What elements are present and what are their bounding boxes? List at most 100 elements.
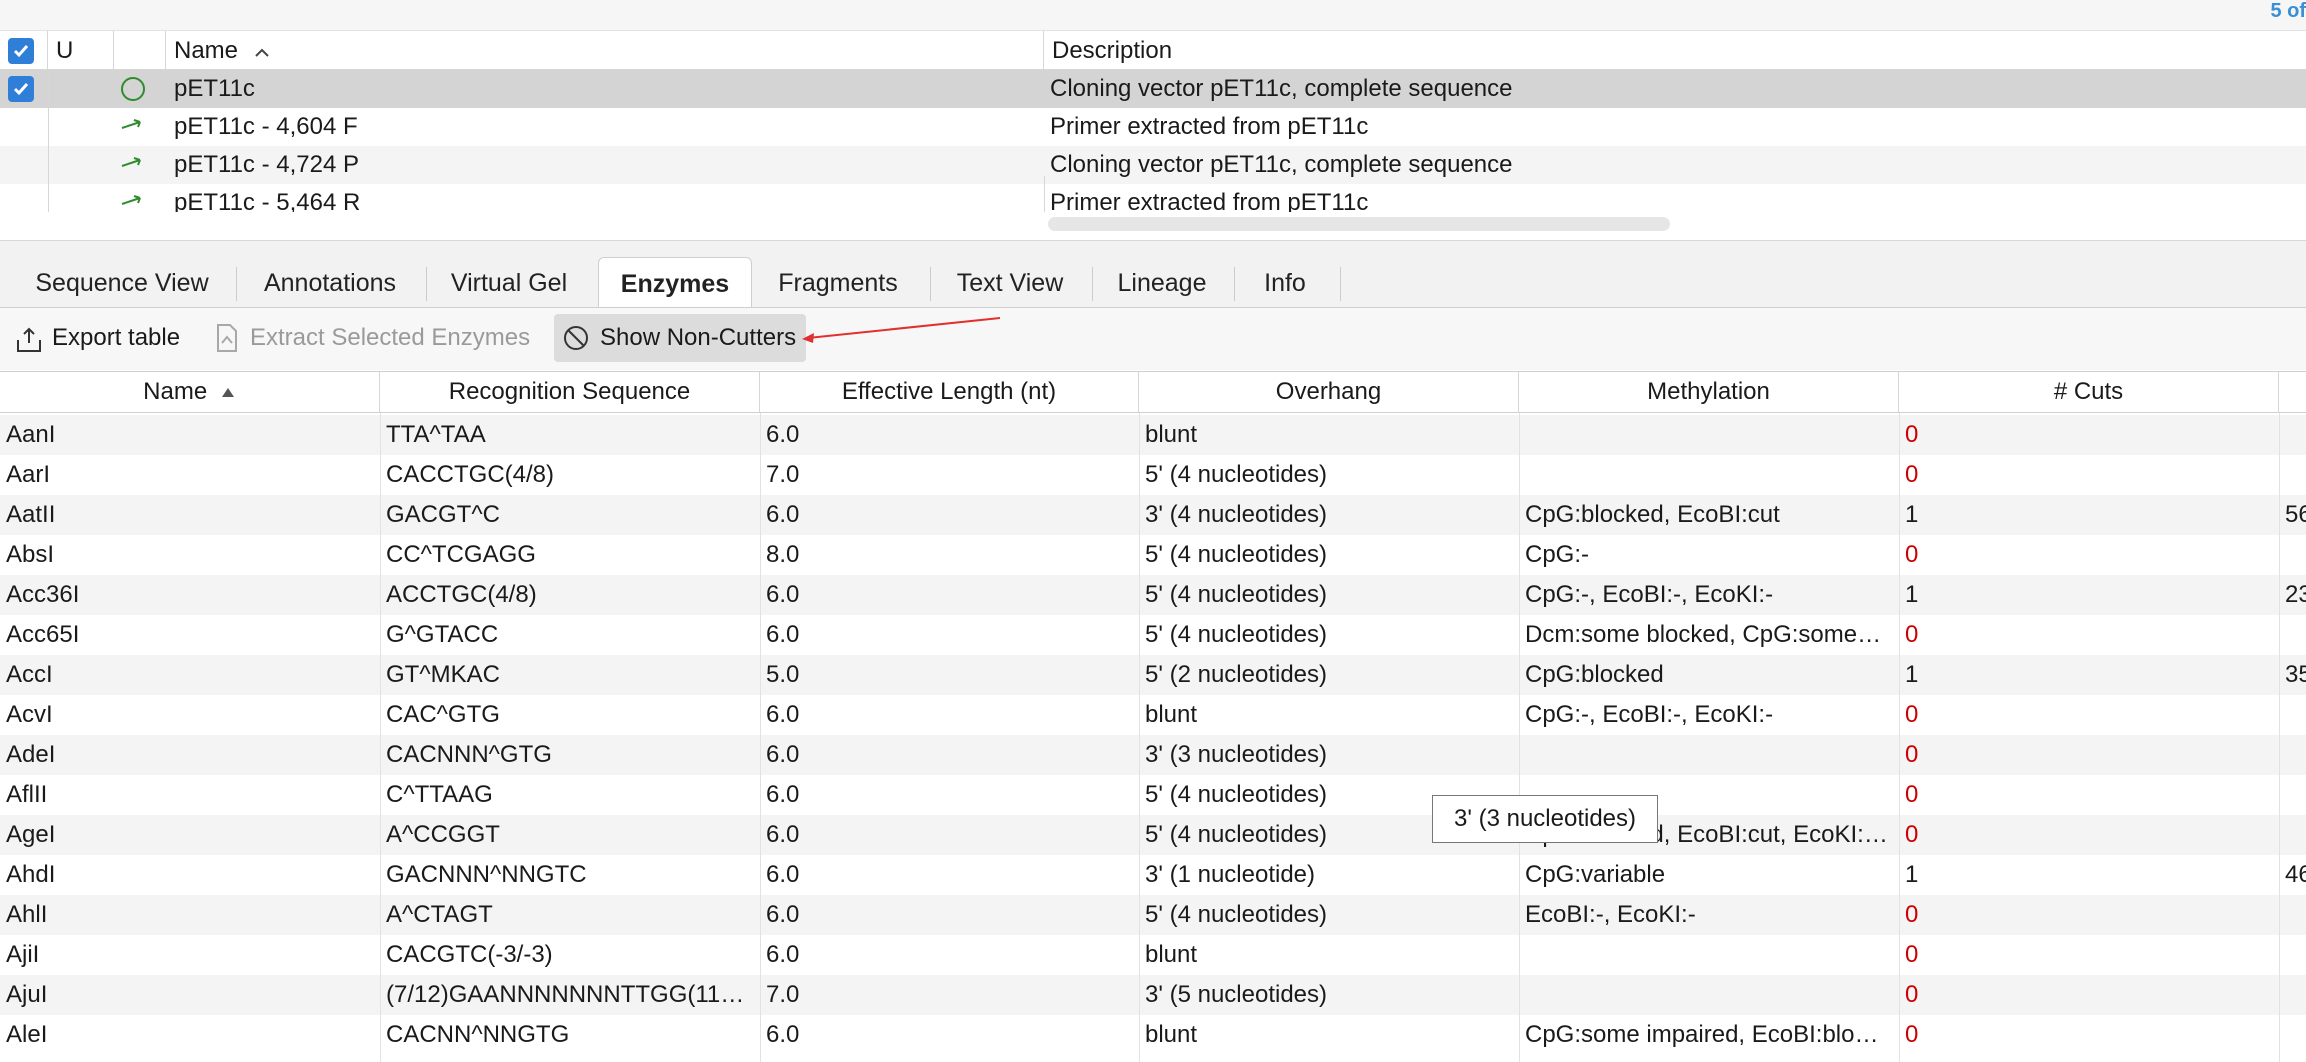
enzyme-length-cell: 6.0 <box>766 701 800 728</box>
enzyme-overhang-cell: 5' (2 nucleotides) <box>1145 661 1328 688</box>
enzyme-length-cell: 6.0 <box>766 501 800 528</box>
enzyme-name-cell: AccI <box>6 661 53 688</box>
enzyme-row[interactable]: AbsI CC^TCGAGG 8.0 5' (4 nucleotides) CpG:- 0 <box>0 535 2306 575</box>
document-description: Cloning vector pET11c, complete sequence <box>1050 151 1513 178</box>
tab-text-view[interactable]: Text View <box>934 257 1086 309</box>
select-all-checkbox[interactable] <box>8 38 34 64</box>
horizontal-scrollbar[interactable] <box>1048 217 1670 231</box>
tab-separator <box>236 267 237 301</box>
document-name: pET11c - 4,604 F <box>174 113 358 140</box>
enzyme-row[interactable]: AleI CACNN^NNGTG 6.0 blunt CpG:some impaired… <box>0 1015 2306 1055</box>
enzyme-cuts-cell: 0 <box>1905 1021 1919 1048</box>
select-all-column <box>0 31 48 71</box>
row-icon-cell <box>114 108 166 146</box>
tab-sequence-view[interactable]: Sequence View <box>14 257 230 309</box>
document-name: pET11c <box>174 75 255 102</box>
show-non-cutters-toggle[interactable]: Show Non-Cutters <box>554 314 806 362</box>
enzyme-extra-cell <box>2285 615 2306 655</box>
export-icon <box>17 327 41 352</box>
extract-selected-enzymes-button[interactable]: Extract Selected Enzymes <box>210 314 538 362</box>
enzyme-row[interactable]: AhdI GACNNN^NNGTC 6.0 3' (1 nucleotide) CpG:… <box>0 855 2306 895</box>
tab-info[interactable]: Info <box>1238 257 1332 309</box>
enzyme-name-cell: AatII <box>6 501 56 528</box>
column-divider <box>1519 413 1520 1062</box>
enzyme-row[interactable]: Acc36I ACCTGC(4/8) 6.0 5' (4 nucleotides) Cp… <box>0 575 2306 615</box>
document-row[interactable]: pET11c - 4,724 P Cloning vector pET11c, c… <box>0 146 2306 184</box>
column-divider <box>48 70 49 212</box>
enzyme-column-name-label: Name <box>143 378 208 405</box>
enzyme-methylation-cell: CpG:blocked, EcoBI:cut <box>1525 501 1780 528</box>
column-header-icon[interactable] <box>114 31 166 71</box>
tab-separator <box>1092 267 1093 301</box>
enzyme-methylation-cell <box>1525 415 1893 455</box>
enzyme-methylation-cell <box>1525 735 1893 775</box>
enzyme-cuts-cell: 0 <box>1905 821 1919 848</box>
enzyme-methylation-cell: CpG:- <box>1525 541 1590 568</box>
tab-enzymes[interactable]: Enzymes <box>598 257 752 309</box>
enzyme-methylation-cell: CpG:blocked <box>1525 661 1664 688</box>
enzyme-row[interactable]: AarI CACCTGC(4/8) 7.0 5' (4 nucleotides) 0 <box>0 455 2306 495</box>
enzyme-extra-cell <box>2285 975 2306 1015</box>
enzyme-recognition-cell: CAC^GTG <box>386 701 500 728</box>
enzyme-name-cell: AdeI <box>6 741 56 768</box>
enzyme-row[interactable]: AcvI CAC^GTG 6.0 blunt CpG:-, EcoBI:-, EcoKI… <box>0 695 2306 735</box>
column-divider <box>1899 413 1900 1062</box>
document-row[interactable]: pET11c Cloning vector pET11c, complete se… <box>0 70 2306 108</box>
enzyme-column-name[interactable]: Name <box>0 372 380 412</box>
enzyme-column-methylation[interactable]: Methylation <box>1519 372 1899 412</box>
enzyme-length-cell: 6.0 <box>766 1021 800 1048</box>
enzyme-column-extra[interactable] <box>2279 372 2306 412</box>
show-non-cutters-label: Show Non-Cutters <box>600 324 797 351</box>
enzyme-column-recognition[interactable]: Recognition Sequence <box>380 372 760 412</box>
enzyme-extra-cell <box>2285 895 2306 935</box>
enzyme-overhang-cell: blunt <box>1145 941 1198 968</box>
enzyme-row[interactable]: AatII GACGT^C 6.0 3' (4 nucleotides) CpG:blo… <box>0 495 2306 535</box>
tab-annotations[interactable]: Annotations <box>240 257 420 309</box>
enzyme-overhang-cell: 3' (5 nucleotides) <box>1145 981 1328 1008</box>
enzyme-length-cell: 6.0 <box>766 741 800 768</box>
enzyme-row[interactable]: AanI TTA^TAA 6.0 blunt 0 <box>0 415 2306 455</box>
enzyme-row[interactable]: AflII C^TTAAG 6.0 5' (4 nucleotides) 0 <box>0 775 2306 815</box>
enzyme-cuts-cell: 0 <box>1905 701 1919 728</box>
enzyme-row[interactable]: AjiI CACGTC(-3/-3) 6.0 blunt 0 <box>0 935 2306 975</box>
enzyme-extra-cell <box>2285 1015 2306 1055</box>
prohibited-icon <box>564 326 588 350</box>
enzyme-recognition-cell: (7/12)GAANNNNNNNTTGG(11… <box>386 981 745 1008</box>
tab-separator <box>1234 267 1235 301</box>
enzyme-name-cell: AcvI <box>6 701 53 728</box>
column-header-u[interactable]: U <box>48 31 114 71</box>
enzyme-row[interactable]: AdeI CACNNN^GTG 6.0 3' (3 nucleotides) 0 <box>0 735 2306 775</box>
export-table-button[interactable]: Export table <box>10 314 188 362</box>
enzyme-row[interactable]: Acc65I G^GTACC 6.0 5' (4 nucleotides) Dcm:so… <box>0 615 2306 655</box>
view-tabs: Sequence View Annotations Virtual Gel Enzym… <box>0 240 2306 309</box>
enzyme-recognition-cell: A^CCGGT <box>386 821 500 848</box>
enzyme-recognition-cell: C^TTAAG <box>386 781 493 808</box>
enzyme-column-overhang[interactable]: Overhang <box>1139 372 1519 412</box>
tab-virtual-gel[interactable]: Virtual Gel <box>430 257 588 309</box>
enzyme-recognition-cell: CACCTGC(4/8) <box>386 461 555 488</box>
enzyme-cuts-cell: 0 <box>1905 421 1919 448</box>
enzyme-length-cell: 6.0 <box>766 621 800 648</box>
tab-lineage[interactable]: Lineage <box>1096 257 1228 309</box>
enzyme-row[interactable]: AhlI A^CTAGT 6.0 5' (4 nucleotides) EcoBI:-,… <box>0 895 2306 935</box>
document-row[interactable]: pET11c - 4,604 F Primer extracted from pE… <box>0 108 2306 146</box>
overhang-tooltip: 3' (3 nucleotides) <box>1432 795 1658 843</box>
enzyme-row[interactable]: AccI GT^MKAC 5.0 5' (2 nucleotides) CpG:bloc… <box>0 655 2306 695</box>
document-row[interactable]: pET11c - 5,464 R Primer extracted from pE… <box>0 184 2306 212</box>
row-checkbox[interactable] <box>8 76 34 102</box>
enzyme-name-cell: AjuI <box>6 981 48 1008</box>
column-header-name[interactable]: Name <box>166 31 1044 71</box>
enzyme-methylation-cell: EcoBI:-, EcoKI:- <box>1525 901 1696 928</box>
column-header-description[interactable]: Description <box>1044 31 2306 71</box>
enzyme-column-cuts[interactable]: # Cuts <box>1899 372 2279 412</box>
enzyme-name-cell: AgeI <box>6 821 56 848</box>
tab-fragments[interactable]: Fragments <box>752 257 924 309</box>
enzyme-recognition-cell: CACNN^NNGTG <box>386 1021 570 1048</box>
enzyme-length-cell: 5.0 <box>766 661 800 688</box>
enzyme-column-length[interactable]: Effective Length (nt) <box>760 372 1139 412</box>
enzyme-row[interactable]: AgeI A^CCGGT 6.0 5' (4 nucleotides) CpG:bloc… <box>0 815 2306 855</box>
enzyme-row[interactable]: AjuI (7/12)GAANNNNNNNTTGG(11… 7.0 3' (5 nuc… <box>0 975 2306 1015</box>
enzyme-name-cell: AhdI <box>6 861 56 888</box>
enzyme-cuts-cell: 0 <box>1905 981 1919 1008</box>
document-table-header: U Name Description <box>0 30 2306 71</box>
